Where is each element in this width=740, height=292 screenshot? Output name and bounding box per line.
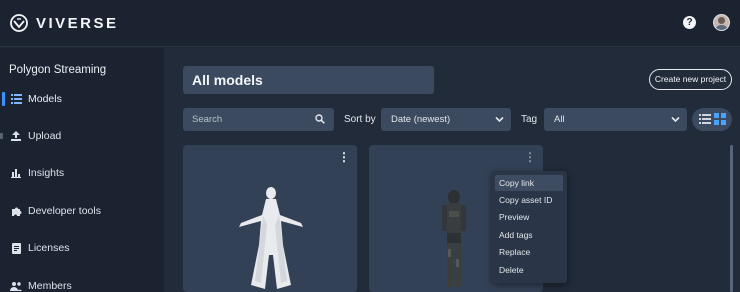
active-indicator bbox=[2, 92, 5, 106]
model-thumbnail bbox=[239, 187, 303, 289]
project-title: Polygon Streaming bbox=[9, 64, 107, 76]
search-input[interactable]: Search bbox=[183, 108, 334, 131]
tag-dropdown[interactable]: All bbox=[544, 108, 687, 131]
sidebar-item-label: Developer tools bbox=[28, 205, 101, 217]
help-icon[interactable]: ? bbox=[683, 16, 696, 29]
menu-item-delete[interactable]: Delete bbox=[495, 262, 563, 278]
scrollbar-thumb[interactable] bbox=[730, 145, 733, 292]
chevron-down-icon bbox=[671, 116, 680, 123]
drag-handle bbox=[0, 133, 3, 139]
search-icon[interactable] bbox=[315, 114, 325, 124]
sidebar-item-models[interactable]: Models bbox=[0, 89, 164, 109]
sidebar-item-members[interactable]: Members bbox=[0, 276, 164, 292]
sort-label: Sort by bbox=[344, 114, 376, 125]
sidebar-item-label: Models bbox=[28, 93, 62, 105]
chevron-down-icon bbox=[495, 116, 504, 123]
upload-icon bbox=[10, 130, 22, 142]
menu-item-preview[interactable]: Preview bbox=[495, 209, 563, 225]
sidebar: Polygon Streaming Models Upload Insights… bbox=[0, 48, 164, 292]
viverse-logo[interactable]: VIVERSE bbox=[9, 13, 119, 33]
brand-name: VIVERSE bbox=[36, 14, 119, 32]
sort-dropdown[interactable]: Date (newest) bbox=[381, 108, 511, 131]
sidebar-item-insights[interactable]: Insights bbox=[0, 163, 164, 183]
context-menu: Copy link Copy asset ID Preview Add tags… bbox=[492, 171, 567, 283]
more-options-icon[interactable]: ⋮ bbox=[338, 151, 350, 163]
puzzle-icon bbox=[10, 205, 22, 217]
list-view-icon[interactable] bbox=[699, 113, 711, 125]
search-placeholder: Search bbox=[192, 114, 223, 125]
menu-item-replace[interactable]: Replace bbox=[495, 244, 563, 260]
sort-value: Date (newest) bbox=[391, 114, 451, 125]
bar-chart-icon bbox=[10, 167, 22, 179]
sidebar-item-developer-tools[interactable]: Developer tools bbox=[0, 201, 164, 221]
model-card[interactable]: ⋮ bbox=[183, 145, 357, 292]
document-icon bbox=[10, 242, 22, 254]
sidebar-item-label: Upload bbox=[28, 130, 62, 142]
sidebar-item-label: Insights bbox=[28, 167, 65, 179]
page-title: All models bbox=[183, 66, 434, 94]
list-icon bbox=[10, 93, 22, 105]
sidebar-item-label: Members bbox=[28, 280, 72, 292]
sidebar-item-label: Licenses bbox=[28, 242, 70, 254]
menu-item-copy-link[interactable]: Copy link bbox=[495, 175, 563, 191]
sidebar-item-upload[interactable]: Upload bbox=[0, 126, 164, 146]
model-thumbnail bbox=[442, 190, 466, 287]
sidebar-item-licenses[interactable]: Licenses bbox=[0, 238, 164, 258]
main-content: All models Create new project Search Sor… bbox=[164, 48, 740, 292]
avatar[interactable] bbox=[713, 14, 730, 31]
menu-item-add-tags[interactable]: Add tags bbox=[495, 227, 563, 243]
create-new-project-button[interactable]: Create new project bbox=[649, 69, 732, 90]
menu-item-copy-asset-id[interactable]: Copy asset ID bbox=[495, 192, 563, 208]
more-options-icon[interactable]: ⋮ bbox=[524, 151, 536, 163]
top-bar: VIVERSE ? bbox=[0, 0, 740, 47]
grid-view-icon[interactable] bbox=[714, 113, 726, 125]
view-toggle bbox=[692, 108, 732, 131]
tag-label: Tag bbox=[521, 114, 538, 125]
tag-value: All bbox=[554, 114, 565, 125]
people-icon bbox=[10, 280, 22, 292]
viverse-logo-icon bbox=[10, 14, 28, 32]
